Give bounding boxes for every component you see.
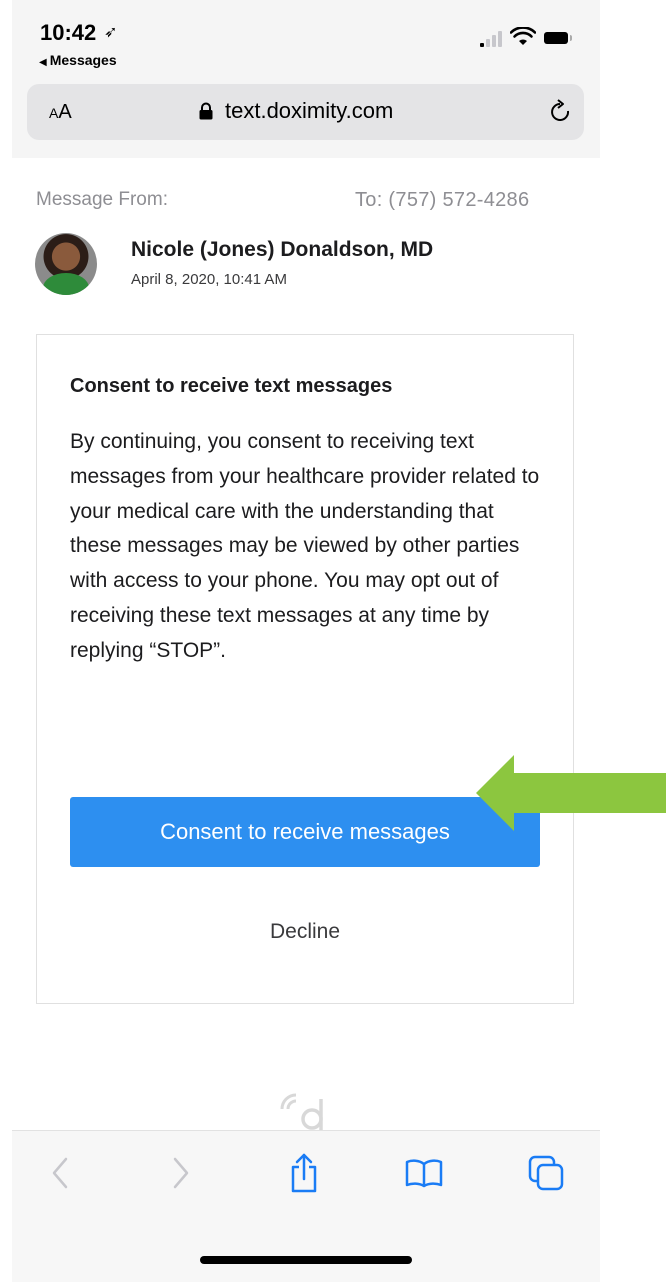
- consent-body-text: By continuing, you consent to receiving …: [70, 430, 540, 662]
- consent-decline-link[interactable]: Decline: [70, 920, 540, 944]
- wifi-icon: [510, 27, 536, 45]
- share-icon: [291, 1153, 317, 1193]
- location-arrow-icon: ➶: [104, 24, 118, 41]
- status-time: 10:42: [40, 20, 97, 45]
- page: 10:42 ➶ ◀ Messages AA text.doximity.com …: [0, 0, 666, 1282]
- cellular-signal-icon: [480, 31, 502, 47]
- text-size-large-label: A: [58, 101, 72, 123]
- consent-accept-button[interactable]: Consent to receive messages: [70, 797, 540, 867]
- status-icons: [480, 27, 580, 49]
- back-icon: [52, 1157, 68, 1189]
- share-button[interactable]: [282, 1151, 326, 1195]
- address-bar[interactable]: AA text.doximity.com: [27, 84, 584, 140]
- consent-card: Consent to receive text messages By cont…: [36, 334, 574, 1004]
- back-to-app-link[interactable]: ◀ Messages: [39, 52, 117, 68]
- consent-title: Consent to receive text messages: [70, 375, 393, 397]
- tabs-button[interactable]: [524, 1151, 568, 1195]
- tabs-icon: [528, 1155, 564, 1191]
- lock-icon: [199, 102, 213, 120]
- text-size-small-label: A: [49, 105, 59, 121]
- sender-avatar: [35, 233, 97, 295]
- bookmarks-icon: [405, 1159, 443, 1188]
- battery-icon: [544, 32, 572, 44]
- forward-button[interactable]: [159, 1151, 203, 1195]
- url-text: text.doximity.com: [225, 98, 394, 123]
- reload-icon[interactable]: [549, 99, 573, 125]
- back-to-app-label: Messages: [49, 52, 117, 68]
- status-bar: 10:42 ➶ ◀ Messages: [12, 0, 600, 80]
- bookmarks-button[interactable]: [402, 1151, 446, 1195]
- annotation-arrow: [476, 755, 666, 831]
- browser-top-bar: 10:42 ➶ ◀ Messages AA text.doximity.com: [12, 0, 600, 158]
- message-to-number: To: (757) 572-4286: [355, 189, 530, 211]
- message-timestamp: April 8, 2020, 10:41 AM: [131, 271, 287, 288]
- browser-toolbar: [12, 1130, 600, 1282]
- text-size-button[interactable]: AA: [49, 101, 72, 124]
- back-button[interactable]: [38, 1151, 82, 1195]
- back-triangle-icon: ◀: [39, 57, 47, 68]
- message-from-label: Message From:: [36, 189, 168, 210]
- forward-icon: [173, 1157, 189, 1189]
- sender-name: Nicole (Jones) Donaldson, MD: [131, 238, 434, 261]
- home-indicator[interactable]: [200, 1256, 412, 1264]
- doximity-logo-icon: [280, 1093, 323, 1131]
